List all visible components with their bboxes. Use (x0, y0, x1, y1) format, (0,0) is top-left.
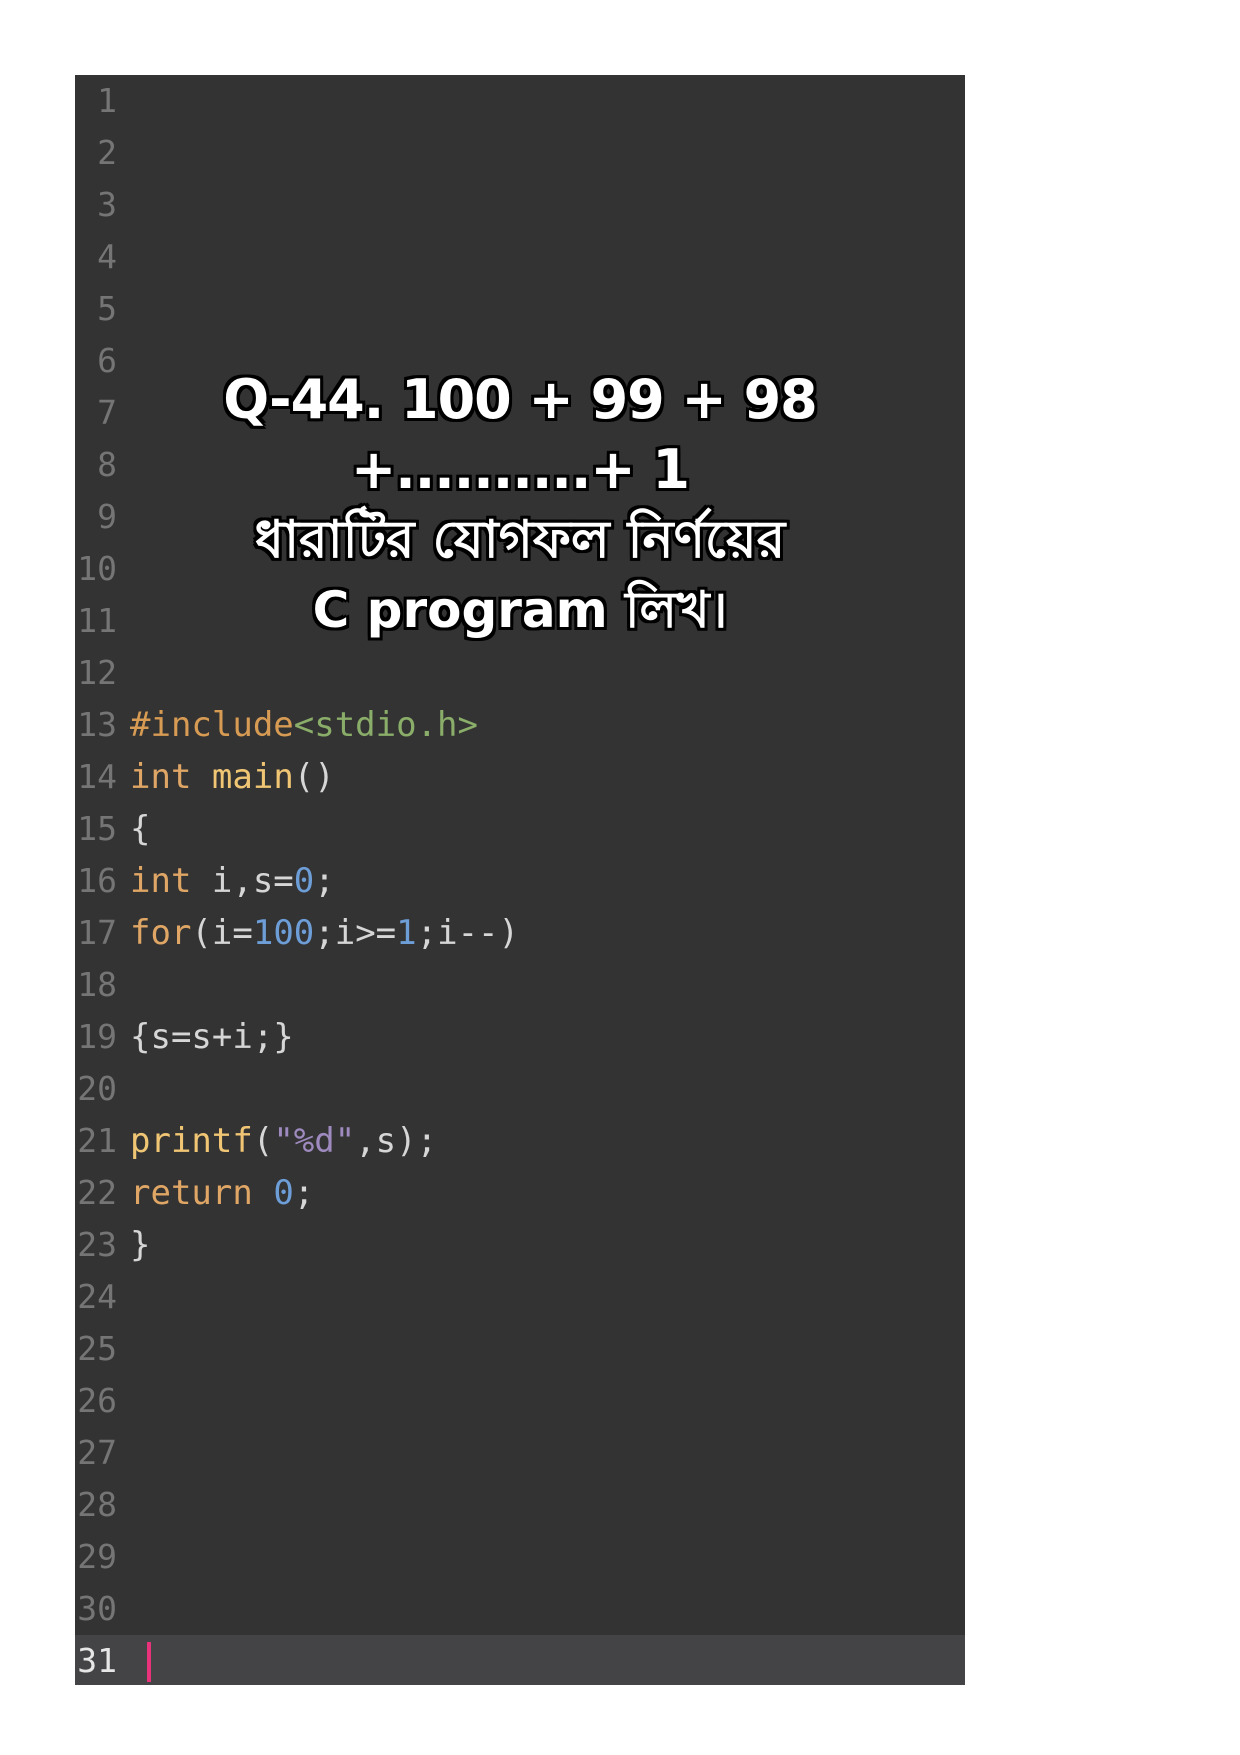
code-text: int main() (130, 751, 335, 803)
line-number: 27 (77, 1433, 117, 1472)
code-text: } (130, 1219, 150, 1271)
question-line-2: ধারাটির যোগফল নির্ণয়ের (254, 510, 786, 570)
code-line[interactable]: 3 (75, 179, 965, 231)
code-line[interactable]: 2 (75, 127, 965, 179)
line-number: 22 (77, 1173, 117, 1212)
current-code-line[interactable]: 31 (75, 1635, 965, 1685)
code-text: return 0; (130, 1167, 314, 1219)
code-line[interactable]: 21 printf("%d",s); (75, 1115, 965, 1167)
code-line[interactable]: 13 #include<stdio.h> (75, 699, 965, 751)
code-line[interactable]: 12 (75, 647, 965, 699)
text-token: ( (252, 1121, 274, 1161)
code-line[interactable]: 30 (75, 1583, 965, 1635)
text-token: i,s= (191, 861, 294, 901)
code-text: int i,s=0; (130, 855, 335, 907)
question-line-3: C program লিখ। (312, 581, 728, 639)
line-number: 12 (77, 653, 117, 692)
line-number: 16 (77, 861, 117, 900)
code-line[interactable]: 15 { (75, 803, 965, 855)
text-token: {s=s+i;} (130, 1017, 294, 1057)
keyword-token: return (130, 1173, 253, 1213)
question-line-1: Q-44. 100 + 99 + 98 +..........+ 1 (223, 368, 817, 501)
line-number: 24 (77, 1277, 117, 1316)
line-number: 26 (77, 1381, 117, 1420)
line-number: 29 (77, 1537, 117, 1576)
code-editor[interactable]: 1 2 3 4 5 6 7 8 9 10 11 12 13 #include<s… (75, 75, 965, 1685)
text-token: () (293, 757, 335, 797)
code-text: { (130, 803, 150, 855)
code-line[interactable]: 5 (75, 283, 965, 335)
code-line[interactable]: 23 } (75, 1219, 965, 1271)
text-token: ; (314, 861, 335, 901)
code-line[interactable]: 29 (75, 1531, 965, 1583)
code-text: printf("%d",s); (130, 1115, 437, 1167)
keyword-token: for (130, 913, 192, 953)
text-token: ;i>= (314, 913, 397, 953)
text-token: ;i--) (416, 913, 519, 953)
text-token: ; (293, 1173, 315, 1213)
line-number: 19 (77, 1017, 117, 1056)
code-line[interactable]: 18 (75, 959, 965, 1011)
line-number: 18 (77, 965, 117, 1004)
keyword-token: int (130, 861, 192, 901)
code-line[interactable]: 1 (75, 75, 965, 127)
line-number: 30 (77, 1589, 117, 1628)
code-line[interactable]: 27 (75, 1427, 965, 1479)
code-line[interactable]: 24 (75, 1271, 965, 1323)
code-text: for(i=100;i>=1;i--) (130, 907, 519, 959)
line-number: 4 (97, 237, 117, 276)
code-text: {s=s+i;} (130, 1011, 294, 1063)
code-line[interactable]: 4 (75, 231, 965, 283)
line-number: 2 (97, 133, 117, 172)
function-token: printf (130, 1121, 253, 1161)
string-token: "%d" (273, 1121, 356, 1161)
question-caption: Q-44. 100 + 99 + 98 +..........+ 1 ধারাট… (75, 365, 965, 645)
code-line[interactable]: 22 return 0; (75, 1167, 965, 1219)
line-number: 3 (97, 185, 117, 224)
code-line[interactable]: 26 (75, 1375, 965, 1427)
line-number: 13 (77, 705, 117, 744)
number-token: 1 (396, 913, 417, 953)
brace-token: } (130, 1225, 151, 1265)
text-token: ,s); (355, 1121, 438, 1161)
code-line[interactable]: 25 (75, 1323, 965, 1375)
line-number: 21 (77, 1121, 117, 1160)
text-token: (i= (191, 913, 253, 953)
number-token: 0 (273, 1173, 294, 1213)
line-number: 25 (77, 1329, 117, 1368)
code-line[interactable]: 14 int main() (75, 751, 965, 803)
function-token: main (211, 757, 294, 797)
preprocessor-token: #include (130, 705, 294, 745)
line-number: 31 (77, 1641, 117, 1680)
include-path-token: <stdio.h> (293, 705, 478, 745)
number-token: 100 (252, 913, 315, 953)
line-number: 17 (77, 913, 117, 952)
code-line[interactable]: 16 int i,s=0; (75, 855, 965, 907)
code-line[interactable]: 20 (75, 1063, 965, 1115)
line-number: 20 (77, 1069, 117, 1108)
text-cursor (147, 1642, 151, 1682)
line-number: 23 (77, 1225, 117, 1264)
keyword-token: int (130, 757, 192, 797)
line-number: 5 (97, 289, 117, 328)
line-number: 15 (77, 809, 117, 848)
code-text: #include<stdio.h> (130, 699, 478, 751)
code-line[interactable]: 17 for(i=100;i>=1;i--) (75, 907, 965, 959)
code-line[interactable]: 28 (75, 1479, 965, 1531)
line-number: 14 (77, 757, 117, 796)
line-number: 28 (77, 1485, 117, 1524)
line-number: 1 (97, 81, 117, 120)
number-token: 0 (293, 861, 315, 901)
code-line[interactable]: 19 {s=s+i;} (75, 1011, 965, 1063)
brace-token: { (130, 809, 151, 849)
